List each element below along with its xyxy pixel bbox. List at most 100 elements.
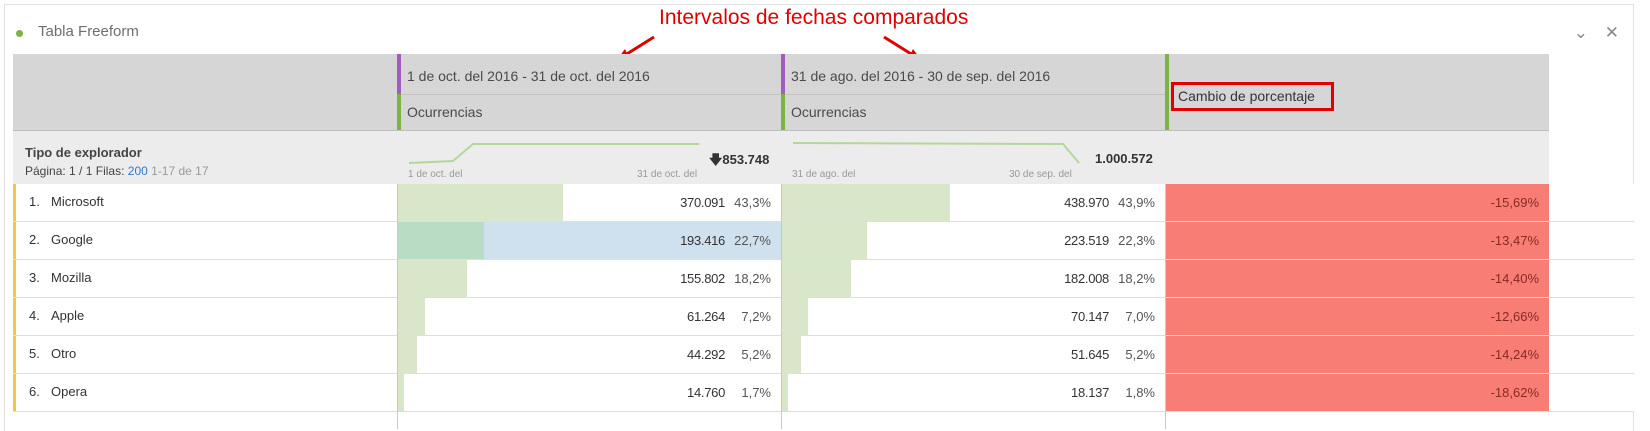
row-label[interactable]: 1. Microsoft	[29, 194, 104, 209]
bar-fill	[781, 260, 851, 297]
cell-percent: 7,2%	[741, 309, 771, 324]
metric-cell[interactable]: 14.760 1,7%	[397, 374, 781, 411]
row-number: 2.	[29, 232, 40, 247]
bar-fill	[397, 374, 404, 411]
sparkline-end-label: 30 de sep. del	[1009, 169, 1072, 180]
row-accent	[13, 298, 16, 335]
metric-cell[interactable]: 61.264 7,2%	[397, 298, 781, 335]
metric-cell[interactable]: 223.519 22,3%	[781, 222, 1165, 259]
cell-value: 438.970	[1064, 195, 1109, 210]
change-cell[interactable]: -14,40%	[1165, 260, 1549, 297]
row-name: Mozilla	[51, 270, 92, 285]
pagination: Página: 1 / 1 Filas: 200 1-17 de 17	[25, 164, 209, 178]
cell-percent: 22,3%	[1118, 233, 1155, 248]
row-accent	[13, 222, 16, 259]
row-number: 5.	[29, 346, 40, 361]
row-label[interactable]: 3. Mozilla	[29, 270, 91, 285]
table-row[interactable]: 6. Opera 14.760 1,7% 18.137 1,8% -18,62%	[13, 374, 1634, 412]
bar-fill	[397, 298, 425, 335]
cell-value: 155.802	[680, 271, 725, 286]
column-drag-handle[interactable]	[781, 54, 785, 130]
change-cell[interactable]: -18,62%	[1165, 374, 1549, 411]
metric-cell[interactable]: 44.292 5,2%	[397, 336, 781, 373]
close-icon[interactable]: ✕	[1605, 23, 1619, 42]
cell-percent: 5,2%	[1125, 347, 1155, 362]
row-label[interactable]: 5. Otro	[29, 346, 76, 361]
metric-cell[interactable]: 155.802 18,2%	[397, 260, 781, 297]
table-row[interactable]: 5. Otro 44.292 5,2% 51.645 5,2% -14,24%	[13, 336, 1634, 374]
metric-label[interactable]: Ocurrencias	[791, 104, 866, 120]
down-arrow-icon: 🡇	[709, 152, 723, 167]
bar-fill	[781, 184, 950, 221]
row-label[interactable]: 4. Apple	[29, 308, 84, 323]
change-cell[interactable]: -12,66%	[1165, 298, 1549, 335]
metric-cell[interactable]: 182.008 18,2%	[781, 260, 1165, 297]
bar-fill	[781, 374, 788, 411]
change-value: -14,40%	[1490, 271, 1539, 286]
column-header-change[interactable]: Cambio de porcentaje	[1165, 54, 1549, 130]
change-value: -15,69%	[1490, 195, 1539, 210]
row-name: Microsoft	[51, 194, 104, 209]
cell-value: 51.645	[1071, 347, 1109, 362]
sparkline-start-label: 31 de ago. del	[792, 169, 856, 180]
page-label: Página:	[25, 164, 66, 178]
table-row[interactable]: 4. Apple 61.264 7,2% 70.147 7,0% -12,66%	[13, 298, 1634, 336]
row-number: 1.	[29, 194, 40, 209]
cell-value: 223.519	[1064, 233, 1109, 248]
dimension-summary: Tipo de explorador Página: 1 / 1 Filas: …	[13, 130, 397, 191]
metric-cell[interactable]: 438.970 43,9%	[781, 184, 1165, 221]
bar-fill	[397, 260, 467, 297]
panel-title[interactable]: Tabla Freeform	[38, 23, 139, 40]
sparkline	[409, 143, 699, 164]
column-drag-handle[interactable]	[1165, 54, 1169, 130]
change-cell[interactable]: -15,69%	[1165, 184, 1549, 221]
column-drag-handle[interactable]	[397, 54, 401, 130]
row-name: Google	[51, 232, 93, 247]
cell-percent: 43,3%	[734, 195, 771, 210]
metric-cell[interactable]: 370.091 43,3%	[397, 184, 781, 221]
change-column-label[interactable]: Cambio de porcentaje	[1171, 82, 1334, 111]
row-name: Opera	[51, 384, 88, 399]
rows-label: Filas:	[95, 164, 125, 178]
change-value: -14,24%	[1490, 347, 1539, 362]
bar-fill	[781, 222, 867, 259]
cell-value: 370.091	[680, 195, 725, 210]
cell-value: 61.264	[687, 309, 725, 324]
cell-percent: 43,9%	[1118, 195, 1155, 210]
dimension-title[interactable]: Tipo de explorador	[25, 145, 142, 160]
row-accent	[13, 260, 16, 297]
row-accent	[13, 374, 16, 411]
column-header-1[interactable]: 1 de oct. del 2016 - 31 de oct. del 2016…	[397, 54, 781, 130]
page-number[interactable]: 1 / 1	[69, 164, 92, 178]
change-value: -12,66%	[1490, 309, 1539, 324]
metric-cell[interactable]: 70.147 7,0%	[781, 298, 1165, 335]
panel-controls: ⌄ ✕	[1562, 23, 1619, 43]
cell-percent: 18,2%	[734, 271, 771, 286]
column-total: 🡇853.748	[709, 151, 769, 173]
date-range-label[interactable]: 31 de ago. del 2016 - 30 de sep. del 201…	[791, 68, 1050, 84]
date-range-label[interactable]: 1 de oct. del 2016 - 31 de oct. del 2016	[407, 68, 650, 84]
column-divider	[397, 184, 398, 429]
change-cell[interactable]: -14,24%	[1165, 336, 1549, 373]
column-header-2[interactable]: 31 de ago. del 2016 - 30 de sep. del 201…	[781, 54, 1165, 130]
chevron-down-icon[interactable]: ⌄	[1574, 23, 1588, 42]
metric-cell[interactable]: 51.645 5,2%	[781, 336, 1165, 373]
row-label[interactable]: 2. Google	[29, 232, 93, 247]
row-label[interactable]: 6. Opera	[29, 384, 87, 399]
column-summary-2: 31 de ago. del 30 de sep. del 1.000.572	[781, 130, 1165, 191]
cell-percent: 1,7%	[741, 385, 771, 400]
metric-cell[interactable]: 18.137 1,8%	[781, 374, 1165, 411]
metric-label[interactable]: Ocurrencias	[407, 104, 482, 120]
metric-cell[interactable]: 193.416 22,7%	[397, 222, 781, 259]
sparkline	[793, 142, 1080, 164]
cell-value: 70.147	[1071, 309, 1109, 324]
rows-per-page-link[interactable]: 200	[128, 164, 148, 178]
change-cell[interactable]: -13,47%	[1165, 222, 1549, 259]
row-number: 3.	[29, 270, 40, 285]
table-row[interactable]: 1. Microsoft 370.091 43,3% 438.970 43,9% -15,6…	[13, 184, 1634, 222]
table-row[interactable]: 3. Mozilla 155.802 18,2% 182.008 18,2% -14,40%	[13, 260, 1634, 298]
table-row[interactable]: 2. Google 193.416 22,7% 223.519 22,3% -13,47%	[13, 222, 1634, 260]
change-value: -18,62%	[1490, 385, 1539, 400]
status-dot	[16, 30, 23, 37]
bar-fill	[397, 184, 563, 221]
